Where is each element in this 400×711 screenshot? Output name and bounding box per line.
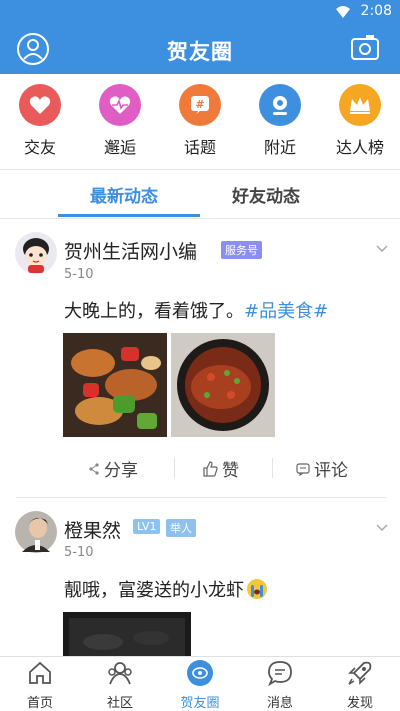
- status-badge: 举人: [166, 519, 196, 537]
- category-row: 交友 邂逅 # 话题 附近 达人榜: [0, 80, 400, 166]
- like-button[interactable]: 赞: [202, 456, 239, 481]
- post-body: 大晚上的，看着饿了。: [64, 301, 244, 322]
- divider: [16, 497, 386, 498]
- rocket-icon: [348, 661, 372, 685]
- category-encounter[interactable]: 邂逅: [90, 84, 150, 158]
- share-button[interactable]: 分享: [88, 456, 138, 481]
- post-author[interactable]: 橙果然: [64, 516, 121, 543]
- category-label: 邂逅: [103, 138, 136, 157]
- comment-icon: [296, 462, 310, 476]
- crying-emoji-icon: [247, 579, 267, 599]
- post-author[interactable]: 贺州生活网小编: [64, 237, 197, 264]
- post-date: 5-10: [64, 545, 94, 560]
- post-date: 5-10: [64, 267, 94, 282]
- heart-icon: [19, 84, 61, 126]
- nav-circle[interactable]: 贺友圈: [170, 659, 230, 711]
- hashtag-icon: #: [179, 84, 221, 126]
- category-make-friends[interactable]: 交友: [10, 84, 70, 158]
- post-image[interactable]: [171, 333, 275, 437]
- circle-icon: [187, 660, 213, 686]
- chevron-down-icon[interactable]: [376, 245, 388, 253]
- status-badge: 服务号: [221, 241, 262, 259]
- post-text: 靓哦，富婆送的小龙虾: [64, 576, 268, 602]
- category-label: 交友: [23, 138, 56, 157]
- page-title: 贺友圈: [167, 40, 233, 64]
- heartbeat-icon: [99, 84, 141, 126]
- crown-icon: [339, 84, 381, 126]
- post-image[interactable]: [63, 612, 191, 656]
- divider: [0, 169, 400, 170]
- nav-label: 贺友圈: [180, 696, 220, 711]
- avatar[interactable]: [14, 231, 58, 275]
- post-body: 靓哦，富婆送的小龙虾: [64, 580, 244, 601]
- share-icon: [89, 462, 99, 475]
- thumbs-up-icon: [203, 460, 218, 477]
- category-rankings[interactable]: 达人榜: [330, 84, 390, 158]
- comment-button[interactable]: 评论: [296, 456, 348, 481]
- status-bar: 2:08: [0, 0, 400, 24]
- divider: [0, 218, 400, 219]
- wifi-icon: [336, 6, 350, 18]
- home-icon: [29, 661, 51, 684]
- comment-label: 评论: [314, 461, 348, 481]
- post-actions: 分享 赞 评论: [60, 448, 380, 488]
- nav-community[interactable]: 社区: [90, 659, 150, 711]
- nav-discover[interactable]: 发现: [330, 659, 390, 711]
- post-image[interactable]: [63, 333, 167, 437]
- svg-text:#: #: [195, 98, 204, 111]
- message-icon: [268, 661, 292, 687]
- nav-messages[interactable]: 消息: [250, 659, 310, 711]
- feed-tabs: 最新动态 好友动态: [0, 172, 400, 218]
- category-label: 附近: [263, 138, 296, 157]
- divider: [174, 458, 175, 478]
- community-icon: [108, 662, 132, 685]
- nav-label: 消息: [266, 696, 293, 711]
- post-text: 大晚上的，看着饿了。#品美食#: [64, 297, 328, 323]
- category-topics[interactable]: # 话题: [170, 84, 230, 158]
- chevron-down-icon[interactable]: [376, 524, 388, 532]
- nav-label: 首页: [26, 696, 53, 711]
- category-label: 话题: [183, 138, 216, 157]
- tab-friends[interactable]: 好友动态: [232, 182, 300, 207]
- avatar[interactable]: [14, 510, 58, 554]
- status-time: 2:08: [360, 3, 392, 19]
- category-nearby[interactable]: 附近: [250, 84, 310, 158]
- location-icon: [259, 84, 301, 126]
- bottom-nav: 首页 社区 贺友圈 消息 发现: [0, 656, 400, 711]
- like-label: 赞: [222, 461, 239, 481]
- nav-label: 发现: [346, 696, 373, 711]
- category-label: 达人榜: [335, 138, 384, 157]
- tab-latest[interactable]: 最新动态: [90, 182, 158, 207]
- level-badge: LV1: [133, 519, 161, 534]
- camera-icon[interactable]: [350, 33, 380, 63]
- post-hashtag[interactable]: #品美食#: [244, 301, 328, 322]
- share-label: 分享: [104, 461, 138, 481]
- divider: [272, 458, 273, 478]
- nav-label: 社区: [106, 696, 133, 711]
- app-bar: 贺友圈: [0, 24, 400, 74]
- tab-indicator: [58, 214, 200, 217]
- nav-home[interactable]: 首页: [10, 659, 70, 711]
